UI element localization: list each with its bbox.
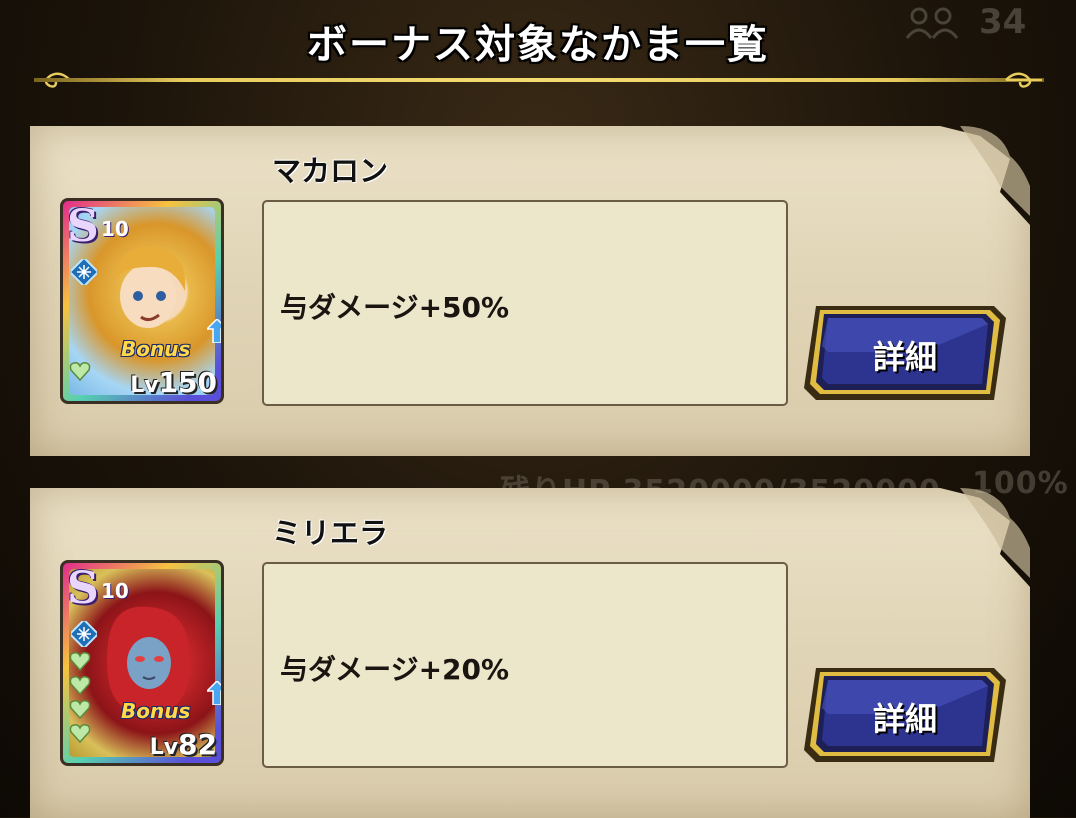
member-name: マカロン (272, 154, 389, 188)
paper-curl-icon (960, 126, 1030, 216)
member-portrait[interactable]: S 10 Bonus Lv150 (60, 198, 224, 404)
heart-icon (69, 724, 91, 743)
level-display: Lv150 (130, 366, 217, 399)
snowflake-icon (71, 259, 97, 285)
detail-button-label: 詳細 (872, 338, 937, 376)
paper-curl-icon (960, 488, 1030, 578)
member-name: ミリエラ (272, 516, 389, 550)
level-value: 150 (158, 366, 217, 399)
level-prefix: Lv (130, 373, 159, 398)
detail-button[interactable]: 詳細 (802, 664, 1008, 766)
bonus-label: Bonus (121, 699, 191, 723)
member-portrait[interactable]: S 10 Bonus Lv82 (60, 560, 224, 766)
effect-text: 与ダメージ+20% (280, 653, 510, 686)
heart-icon (69, 676, 91, 695)
page-title: ボーナス対象なかま一覧 (307, 22, 769, 68)
rank-badge: S (67, 563, 99, 614)
arrow-up-icon (207, 319, 221, 343)
level-display: Lv82 (150, 728, 217, 761)
ornament-right-icon (1005, 72, 1042, 88)
effect-box: 与ダメージ+50% (262, 200, 788, 406)
member-card: ミリエラ S 10 Bonus Lv82 与ダメージ+20% 詳細 (30, 488, 1030, 818)
snowflake-icon (71, 621, 97, 647)
detail-button-label: 詳細 (872, 700, 937, 738)
effect-text: 与ダメージ+50% (280, 291, 510, 324)
character-face-icon (107, 606, 190, 707)
heart-icon (69, 700, 91, 719)
title-divider (34, 78, 1044, 82)
member-card: マカロン S 10 Bonus Lv150 与ダメージ+50% 詳細 (30, 126, 1030, 456)
effect-box: 与ダメージ+20% (262, 562, 788, 768)
rank-level: 10 (101, 217, 129, 241)
level-prefix: Lv (149, 735, 179, 760)
heart-icon (69, 652, 91, 671)
title-bar: ボーナス対象なかま一覧 (0, 0, 1076, 88)
bonus-label: Bonus (121, 337, 191, 361)
heart-icon (69, 362, 91, 381)
rank-level: 10 (101, 579, 129, 603)
detail-button[interactable]: 詳細 (802, 302, 1008, 404)
character-face-icon (113, 246, 186, 328)
arrow-up-icon (207, 681, 221, 705)
rank-badge: S (67, 201, 99, 252)
level-value: 82 (178, 728, 217, 761)
